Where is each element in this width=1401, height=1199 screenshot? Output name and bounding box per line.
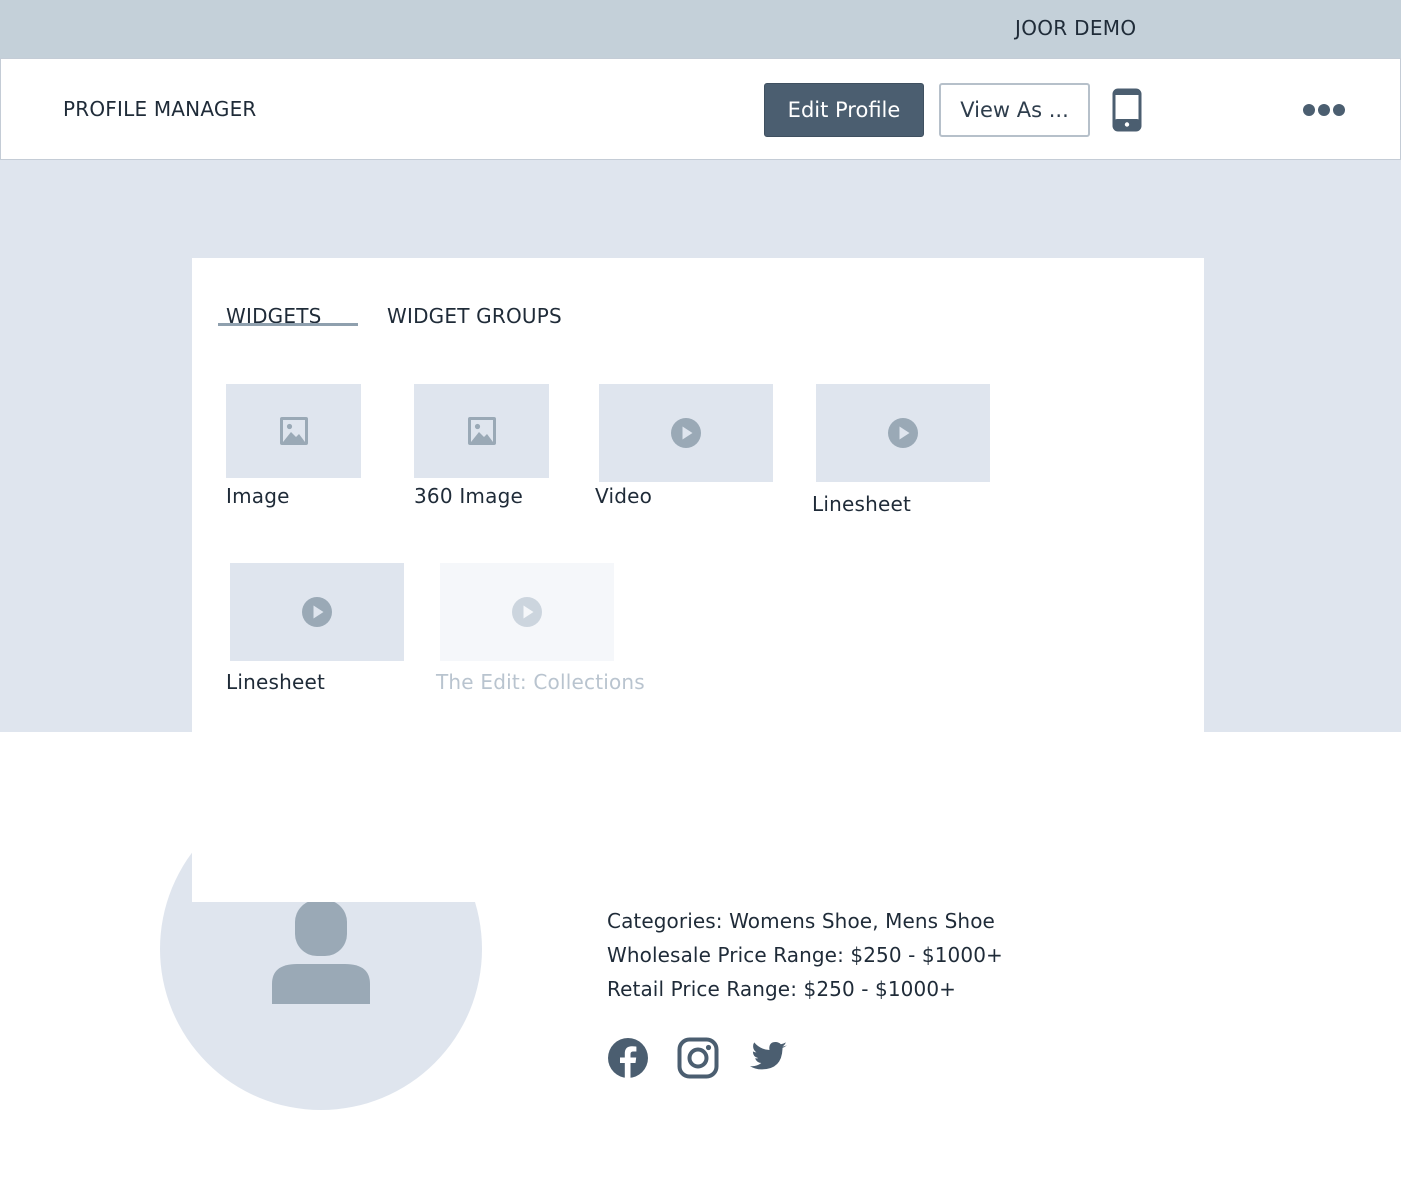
- widget-image-thumbnail[interactable]: [226, 384, 361, 478]
- categories-text: Categories: Womens Shoe, Mens Shoe: [607, 909, 995, 933]
- widget-label-video: Video: [595, 484, 653, 508]
- play-icon: [888, 418, 918, 448]
- mobile-device-icon[interactable]: [1112, 88, 1142, 132]
- tab-widget-groups[interactable]: WIDGET GROUPS: [387, 304, 562, 328]
- image-icon: [279, 417, 308, 445]
- widget-panel-extension: [192, 732, 478, 902]
- facebook-icon[interactable]: [606, 1036, 650, 1080]
- view-as-button[interactable]: View As ...: [939, 83, 1090, 137]
- widget-panel: WIDGETS WIDGET GROUPS Image 360 Image Vi…: [192, 258, 1204, 732]
- play-icon: [302, 597, 332, 627]
- more-options-icon[interactable]: [1301, 100, 1347, 120]
- edit-profile-button[interactable]: Edit Profile: [764, 83, 924, 137]
- widget-linesheet-2-thumbnail[interactable]: [230, 563, 404, 661]
- top-bar: JOOR DEMO: [0, 0, 1401, 58]
- play-icon: [512, 597, 542, 627]
- image-icon: [467, 417, 496, 445]
- person-icon: [272, 900, 370, 1004]
- wholesale-price-range: Wholesale Price Range: $250 - $1000+: [607, 943, 1003, 967]
- widget-label-image: Image: [226, 484, 290, 508]
- retail-price-range: Retail Price Range: $250 - $1000+: [607, 977, 957, 1001]
- instagram-icon[interactable]: [676, 1036, 720, 1080]
- widget-the-edit-collections-thumbnail: [440, 563, 614, 661]
- play-icon: [671, 418, 701, 448]
- widget-video-thumbnail[interactable]: [599, 384, 773, 482]
- widget-label-the-edit-collections: The Edit: Collections: [436, 670, 645, 694]
- widget-label-linesheet-2: Linesheet: [226, 670, 326, 694]
- widget-360-image-thumbnail[interactable]: [414, 384, 549, 478]
- active-tab-indicator: [218, 323, 358, 326]
- twitter-icon[interactable]: [746, 1036, 790, 1080]
- widget-label-360-image: 360 Image: [414, 484, 523, 508]
- widget-label-linesheet: Linesheet: [812, 492, 912, 516]
- page-title: PROFILE MANAGER: [63, 97, 257, 121]
- profile-info: Categories: Womens Shoe, Mens Shoe Whole…: [607, 904, 1003, 1006]
- account-name[interactable]: JOOR DEMO: [1015, 16, 1136, 40]
- widget-linesheet-thumbnail[interactable]: [816, 384, 990, 482]
- profile-manager-header: PROFILE MANAGER Edit Profile View As ...: [0, 58, 1401, 160]
